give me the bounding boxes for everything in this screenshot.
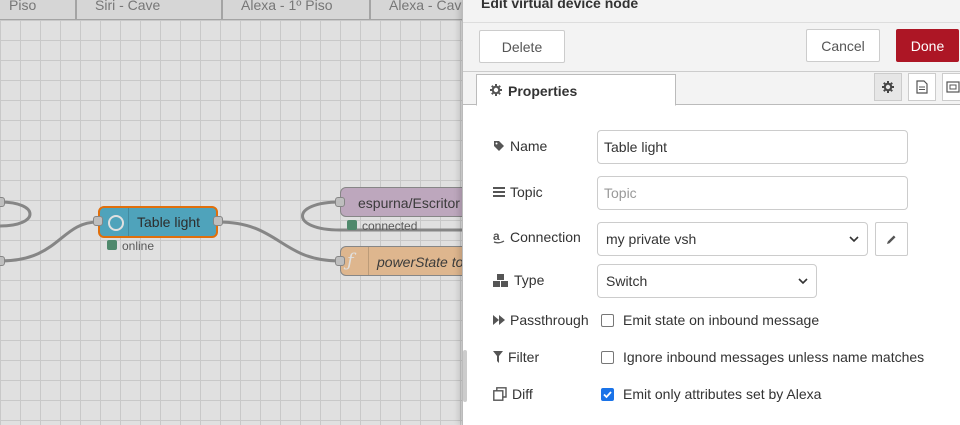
tag-icon	[494, 141, 504, 151]
done-button[interactable]: Done	[896, 29, 959, 62]
mqtt-node[interactable]: espurna/Escritor	[340, 187, 470, 217]
frame-icon	[946, 81, 960, 93]
copy-icon	[493, 387, 507, 401]
node-input-port[interactable]	[335, 256, 345, 266]
cog-icon	[490, 84, 502, 96]
cog-icon	[882, 81, 894, 93]
node-port[interactable]	[0, 197, 5, 207]
svg-text:a: a	[493, 230, 500, 243]
tab-appearance[interactable]	[942, 73, 960, 101]
diff-checkbox[interactable]	[601, 388, 614, 401]
tab-properties[interactable]: Properties	[476, 74, 676, 106]
chevron-down-icon	[849, 236, 859, 243]
flow-workspace[interactable]: Piso Siri - Cave Alexa - 1º Piso Alexa -…	[0, 0, 470, 425]
passthrough-label: Passthrough	[493, 312, 589, 328]
function-node[interactable]: ƒ powerState to	[340, 246, 470, 276]
node-output-port[interactable]	[213, 216, 223, 226]
filter-text: Ignore inbound messages unless name matc…	[623, 349, 925, 365]
filter-icon	[493, 351, 503, 363]
function-icon: ƒ	[347, 250, 354, 271]
tab-settings[interactable]	[874, 73, 902, 101]
node-input-port[interactable]	[93, 216, 103, 226]
topic-label: Topic	[493, 184, 543, 200]
tab-label: Properties	[508, 83, 578, 99]
tray-resize-handle[interactable]	[463, 350, 467, 402]
status-dot	[347, 220, 357, 230]
passthrough-text: Emit state on inbound message	[623, 312, 820, 328]
name-label: Name	[493, 138, 547, 154]
amazon-icon: a	[493, 230, 505, 244]
file-icon	[916, 80, 928, 94]
cancel-button[interactable]: Cancel	[806, 29, 880, 62]
name-input[interactable]	[597, 130, 908, 164]
node-label: espurna/Escritor	[358, 195, 460, 211]
status-text: connected	[362, 219, 418, 233]
table-light-node[interactable]: Table light	[98, 206, 218, 238]
edit-connection-button[interactable]	[875, 222, 908, 256]
tray-header: Edit virtual device node	[463, 0, 960, 23]
tab-description[interactable]	[908, 73, 936, 101]
chevron-down-icon	[798, 278, 808, 285]
status-text: online	[122, 239, 155, 253]
filter-label: Filter	[493, 349, 539, 365]
connection-select[interactable]: my private vsh	[597, 222, 868, 256]
type-label: Type	[493, 272, 544, 288]
passthrough-checkbox[interactable]	[601, 314, 614, 327]
delete-button[interactable]: Delete	[479, 30, 565, 63]
pencil-icon	[887, 235, 896, 244]
edit-tray: Edit virtual device node Delete Cancel D…	[462, 0, 960, 425]
node-input-port[interactable]	[335, 197, 345, 207]
type-select[interactable]: Switch	[597, 264, 817, 298]
tray-tabs: Properties	[463, 72, 960, 106]
list-icon	[493, 187, 505, 197]
node-label: powerState to	[377, 254, 464, 270]
tray-toolbar: Delete Cancel Done	[463, 23, 960, 72]
checkmark-icon	[603, 391, 612, 399]
ring-icon	[108, 215, 124, 231]
status-dot	[107, 240, 117, 250]
cubes-icon	[493, 273, 508, 287]
fast-forward-icon	[493, 315, 505, 325]
node-label: Table light	[137, 214, 201, 230]
connection-label: a Connection	[493, 229, 581, 245]
diff-label: Diff	[493, 386, 533, 402]
filter-checkbox[interactable]	[601, 351, 614, 364]
tray-title: Edit virtual device node	[481, 0, 639, 11]
diff-text: Emit only attributes set by Alexa	[623, 386, 822, 402]
topic-input[interactable]	[597, 176, 908, 210]
node-port[interactable]	[0, 256, 5, 266]
